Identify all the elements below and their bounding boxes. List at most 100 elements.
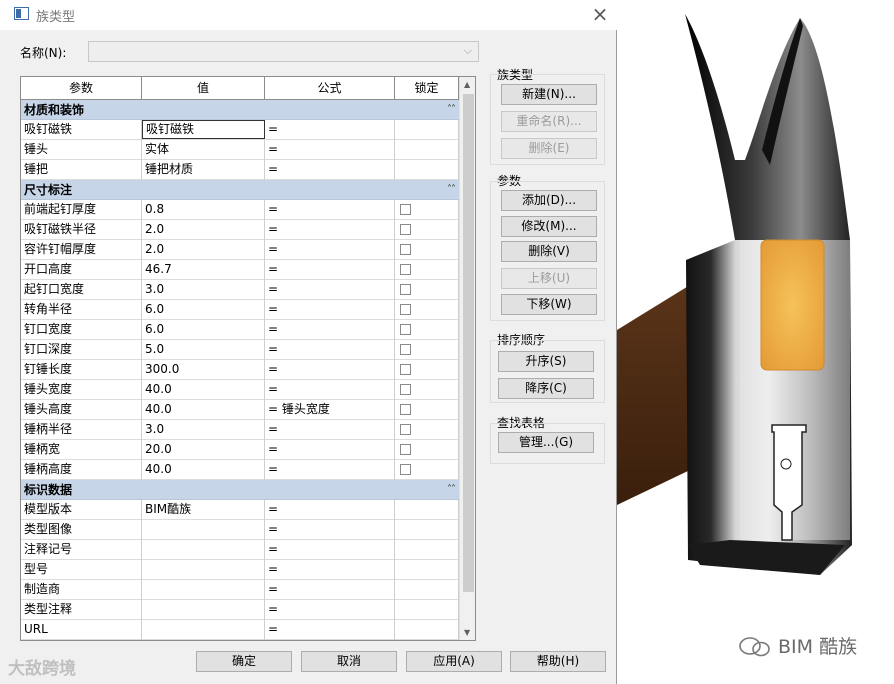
parameter-formula-cell[interactable]: = xyxy=(265,260,395,280)
parameter-value-cell[interactable]: 实体 xyxy=(142,140,265,160)
table-row[interactable]: 锤柄半径 3.0 = xyxy=(21,420,459,440)
parameter-formula-cell[interactable]: = xyxy=(265,240,395,260)
column-header-formula[interactable]: 公式 xyxy=(265,77,395,100)
parameter-value-cell[interactable]: 20.0 xyxy=(142,440,265,460)
table-row[interactable]: 开口高度 46.7 = xyxy=(21,260,459,280)
parameter-value-cell[interactable]: 5.0 xyxy=(142,340,265,360)
lock-checkbox[interactable] xyxy=(400,284,411,295)
table-row[interactable]: 起钉口宽度 3.0 = xyxy=(21,280,459,300)
lock-checkbox[interactable] xyxy=(400,204,411,215)
table-row[interactable]: 钉口深度 5.0 = xyxy=(21,340,459,360)
parameter-value-cell[interactable] xyxy=(142,580,265,600)
parameter-formula-cell[interactable]: = xyxy=(265,380,395,400)
parameter-formula-cell[interactable]: = xyxy=(265,600,395,620)
parameter-value-cell[interactable]: 0.8 xyxy=(142,200,265,220)
parameter-value-cell[interactable]: 锤把材质 xyxy=(142,160,265,180)
column-header-parameter[interactable]: 参数 xyxy=(21,77,142,100)
parameter-formula-cell[interactable]: = xyxy=(265,500,395,520)
table-row[interactable]: 模型版本 BIM酷族 = xyxy=(21,500,459,520)
sort-ascending-button[interactable]: 升序(S) xyxy=(498,351,594,372)
table-row[interactable]: 类型图像 = xyxy=(21,520,459,540)
table-row[interactable]: 类型注释 = xyxy=(21,600,459,620)
parameter-formula-cell[interactable]: = xyxy=(265,580,395,600)
group-header[interactable]: 材质和装饰 ˄˄ xyxy=(21,100,459,120)
parameter-value-cell[interactable]: 2.0 xyxy=(142,220,265,240)
parameter-value-cell[interactable] xyxy=(142,540,265,560)
table-row[interactable]: 锤柄宽 20.0 = xyxy=(21,440,459,460)
new-type-button[interactable]: 新建(N)... xyxy=(501,84,597,105)
table-row[interactable]: URL = xyxy=(21,620,459,640)
rename-type-button[interactable]: 重命名(R)... xyxy=(501,111,597,132)
parameter-value-cell[interactable]: BIM酷族 xyxy=(142,500,265,520)
parameter-value-cell[interactable]: 吸钉磁铁 xyxy=(142,120,265,139)
table-row[interactable]: 锤头 实体 = xyxy=(21,140,459,160)
lock-checkbox[interactable] xyxy=(400,444,411,455)
parameter-formula-cell[interactable]: = 锤头宽度 xyxy=(265,400,395,420)
table-row[interactable]: 吸钉磁铁半径 2.0 = xyxy=(21,220,459,240)
parameter-value-cell[interactable]: 40.0 xyxy=(142,460,265,480)
add-parameter-button[interactable]: 添加(D)... xyxy=(501,190,597,211)
parameter-formula-cell[interactable]: = xyxy=(265,440,395,460)
collapse-chevron-icon[interactable]: ˄˄ xyxy=(447,100,456,120)
manage-lookup-button[interactable]: 管理...(G) xyxy=(498,432,594,453)
delete-parameter-button[interactable]: 删除(V) xyxy=(501,241,597,262)
collapse-chevron-icon[interactable]: ˄˄ xyxy=(447,180,456,200)
table-row[interactable]: 制造商 = xyxy=(21,580,459,600)
modify-parameter-button[interactable]: 修改(M)... xyxy=(501,216,597,237)
parameter-formula-cell[interactable]: = xyxy=(265,300,395,320)
lock-checkbox[interactable] xyxy=(400,344,411,355)
lock-checkbox[interactable] xyxy=(400,404,411,415)
lock-checkbox[interactable] xyxy=(400,364,411,375)
scroll-thumb[interactable] xyxy=(463,94,474,592)
lock-checkbox[interactable] xyxy=(400,244,411,255)
parameter-value-cell[interactable]: 6.0 xyxy=(142,300,265,320)
table-row[interactable]: 锤头高度 40.0 = 锤头宽度 xyxy=(21,400,459,420)
table-row[interactable]: 锤把 锤把材质 = xyxy=(21,160,459,180)
parameter-formula-cell[interactable]: = xyxy=(265,280,395,300)
parameter-formula-cell[interactable]: = xyxy=(265,540,395,560)
lock-checkbox[interactable] xyxy=(400,224,411,235)
lock-checkbox[interactable] xyxy=(400,304,411,315)
lock-checkbox[interactable] xyxy=(400,464,411,475)
grid-scrollbar[interactable]: ▲ ▼ xyxy=(459,77,475,640)
parameter-formula-cell[interactable]: = xyxy=(265,160,395,180)
parameter-value-cell[interactable] xyxy=(142,600,265,620)
parameter-formula-cell[interactable]: = xyxy=(265,200,395,220)
apply-button[interactable]: 应用(A) xyxy=(406,651,502,672)
parameter-value-cell[interactable]: 40.0 xyxy=(142,400,265,420)
parameter-formula-cell[interactable]: = xyxy=(265,420,395,440)
scroll-up-icon[interactable]: ▲ xyxy=(464,80,470,89)
parameter-value-cell[interactable]: 3.0 xyxy=(142,420,265,440)
table-row[interactable]: 注释记号 = xyxy=(21,540,459,560)
parameter-value-cell[interactable]: 40.0 xyxy=(142,380,265,400)
column-header-value[interactable]: 值 xyxy=(142,77,265,100)
lock-checkbox[interactable] xyxy=(400,264,411,275)
parameter-value-cell[interactable]: 46.7 xyxy=(142,260,265,280)
lock-checkbox[interactable] xyxy=(400,384,411,395)
table-row[interactable]: 型号 = xyxy=(21,560,459,580)
parameter-value-cell[interactable]: 2.0 xyxy=(142,240,265,260)
group-header[interactable]: 尺寸标注 ˄˄ xyxy=(21,180,459,200)
ok-button[interactable]: 确定 xyxy=(196,651,292,672)
parameter-formula-cell[interactable]: = xyxy=(265,320,395,340)
table-row[interactable]: 前端起钉厚度 0.8 = xyxy=(21,200,459,220)
table-row[interactable]: 转角半径 6.0 = xyxy=(21,300,459,320)
help-button[interactable]: 帮助(H) xyxy=(510,651,606,672)
parameter-value-cell[interactable] xyxy=(142,620,265,640)
delete-type-button[interactable]: 删除(E) xyxy=(501,138,597,159)
close-button[interactable]: × xyxy=(588,2,612,26)
sort-descending-button[interactable]: 降序(C) xyxy=(498,378,594,399)
move-down-button[interactable]: 下移(W) xyxy=(501,294,597,315)
column-header-lock[interactable]: 锁定 xyxy=(395,77,459,100)
table-row[interactable]: 吸钉磁铁 吸钉磁铁 = xyxy=(21,120,459,140)
group-header[interactable]: 标识数据 ˄˄ xyxy=(21,480,459,500)
parameter-formula-cell[interactable]: = xyxy=(265,120,395,140)
lock-checkbox[interactable] xyxy=(400,324,411,335)
parameter-formula-cell[interactable]: = xyxy=(265,560,395,580)
table-row[interactable]: 容许钉帽厚度 2.0 = xyxy=(21,240,459,260)
move-up-button[interactable]: 上移(U) xyxy=(501,268,597,289)
parameter-value-cell[interactable] xyxy=(142,560,265,580)
parameter-formula-cell[interactable]: = xyxy=(265,140,395,160)
parameter-formula-cell[interactable]: = xyxy=(265,220,395,240)
parameter-formula-cell[interactable]: = xyxy=(265,340,395,360)
